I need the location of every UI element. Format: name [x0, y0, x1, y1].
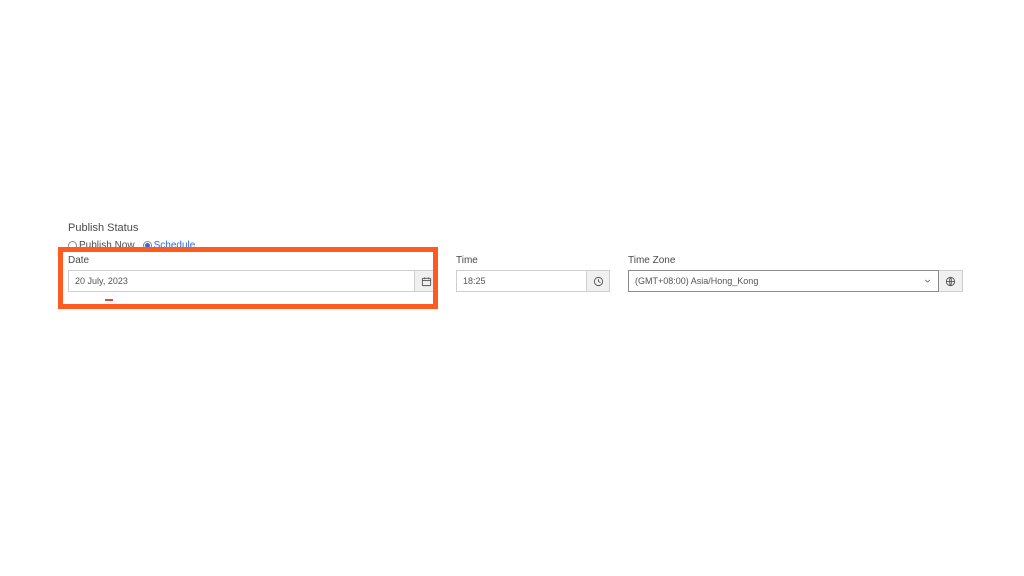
- globe-icon: [945, 276, 956, 287]
- timezone-input-group: (GMT+08:00) Asia/Hong_Kong: [628, 270, 963, 292]
- time-label: Time: [456, 255, 610, 266]
- red-tick-mark: [105, 299, 113, 301]
- radio-dot-icon: [143, 241, 152, 250]
- time-input-group: [456, 270, 610, 292]
- date-picker-button[interactable]: [414, 270, 438, 292]
- date-input[interactable]: [68, 270, 414, 292]
- radio-dot-icon: [68, 241, 77, 250]
- time-picker-button[interactable]: [586, 270, 610, 292]
- fields-row: Date Time: [68, 255, 968, 292]
- time-field: Time: [456, 255, 610, 292]
- publish-form: Publish Status Publish Now Schedule Date: [68, 222, 968, 292]
- chevron-down-icon: [923, 277, 932, 286]
- radio-publish-now[interactable]: Publish Now: [68, 240, 135, 251]
- radio-schedule[interactable]: Schedule: [143, 240, 196, 251]
- timezone-globe-button[interactable]: [939, 270, 963, 292]
- calendar-icon: [421, 276, 432, 287]
- date-input-group: [68, 270, 438, 292]
- time-input[interactable]: [456, 270, 586, 292]
- radio-schedule-label: Schedule: [154, 240, 196, 251]
- date-field: Date: [68, 255, 438, 292]
- timezone-select[interactable]: (GMT+08:00) Asia/Hong_Kong: [628, 270, 939, 292]
- date-label: Date: [68, 255, 438, 266]
- publish-radio-group: Publish Now Schedule: [68, 240, 968, 251]
- section-title: Publish Status: [68, 222, 968, 234]
- radio-publish-now-label: Publish Now: [79, 240, 135, 251]
- clock-icon: [593, 276, 604, 287]
- timezone-value: (GMT+08:00) Asia/Hong_Kong: [635, 276, 758, 286]
- timezone-label: Time Zone: [628, 255, 963, 266]
- timezone-field: Time Zone (GMT+08:00) Asia/Hong_Kong: [628, 255, 963, 292]
